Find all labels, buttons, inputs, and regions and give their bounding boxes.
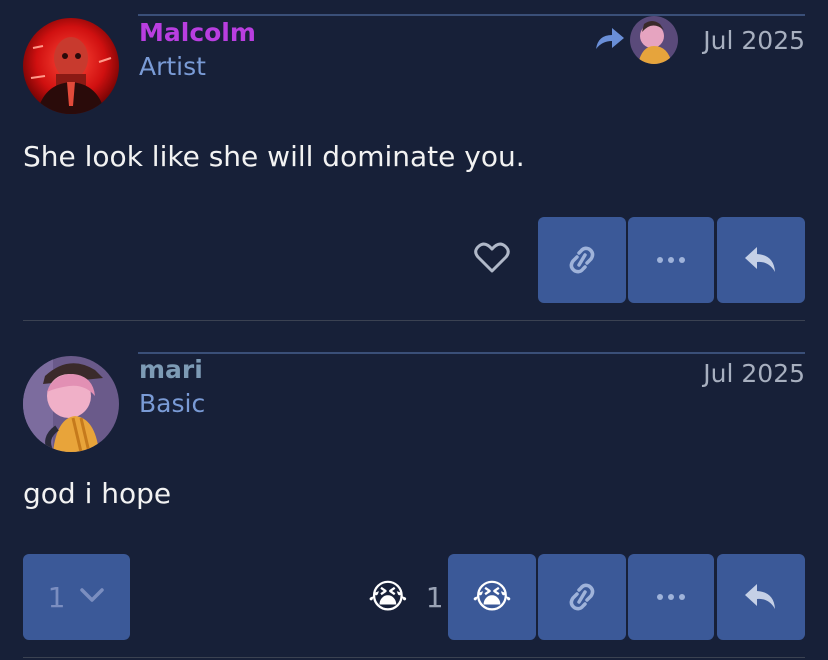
reply-to-indicator[interactable] [594, 16, 678, 64]
loudly-crying-emoji-icon: 😭 [368, 577, 408, 617]
reply-to-arrow-icon [594, 25, 626, 55]
post-topline [138, 14, 805, 16]
ellipsis-icon [656, 593, 686, 601]
replies-count: 1 [47, 580, 66, 614]
heart-icon [474, 242, 510, 278]
post-topline [138, 352, 805, 354]
post-body: She look like she will dominate you. [23, 140, 525, 173]
show-replies-button[interactable]: 1 [23, 554, 130, 640]
reply-button[interactable] [717, 217, 805, 303]
post-date[interactable]: Jul 2025 [703, 26, 805, 56]
copy-link-button[interactable] [538, 554, 626, 640]
user-title: Basic [139, 389, 206, 418]
post-body: god i hope [23, 477, 172, 510]
username[interactable]: mari [139, 355, 203, 385]
post-divider [23, 657, 805, 658]
more-actions-button[interactable] [628, 554, 714, 640]
reply-button[interactable] [717, 554, 805, 640]
reaction-count: 1 [425, 580, 444, 614]
avatar-malcolm[interactable] [23, 18, 119, 114]
more-actions-button[interactable] [628, 217, 714, 303]
copy-link-button[interactable] [538, 217, 626, 303]
loudly-crying-emoji-icon: 😭 [472, 577, 512, 617]
chevron-down-icon [79, 587, 105, 607]
avatar-mari[interactable] [23, 356, 119, 452]
reaction-summary[interactable]: 😭 1 [368, 577, 444, 617]
user-title: Artist [139, 52, 206, 81]
react-button[interactable]: 😭 [448, 554, 536, 640]
ellipsis-icon [656, 256, 686, 264]
link-icon [565, 582, 599, 612]
reply-icon [743, 582, 779, 612]
reply-icon [743, 245, 779, 275]
link-icon [565, 245, 599, 275]
post-divider [23, 320, 805, 321]
username[interactable]: Malcolm [139, 18, 256, 48]
reply-to-avatar [630, 16, 678, 64]
like-button[interactable] [470, 238, 514, 282]
post-date[interactable]: Jul 2025 [703, 359, 805, 389]
